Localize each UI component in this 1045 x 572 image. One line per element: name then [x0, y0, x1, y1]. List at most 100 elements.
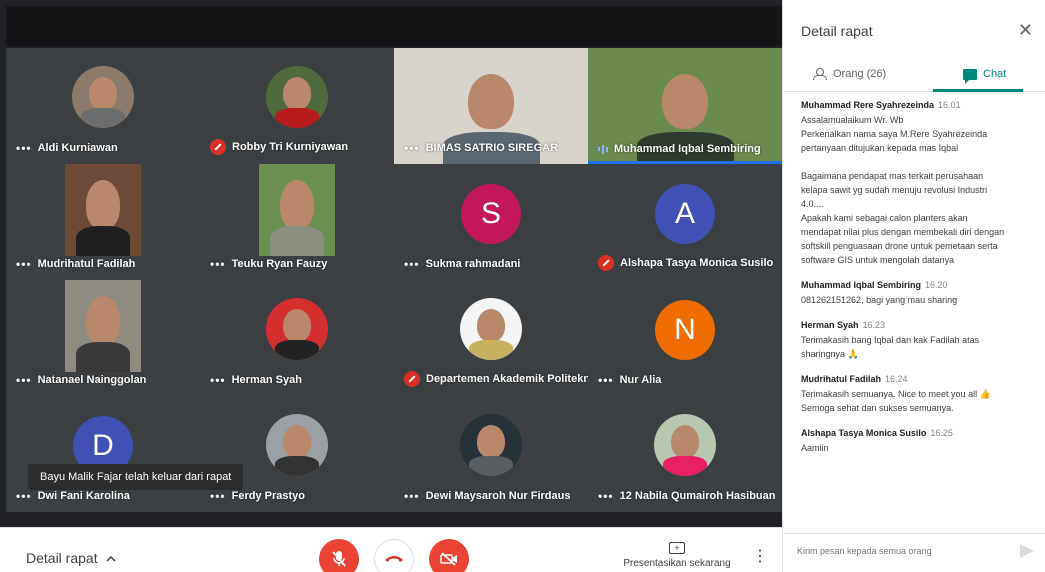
panel-tabs: Orang (26) Chat — [783, 56, 1045, 92]
participant-tile[interactable]: Robby Tri Kurniyawan — [200, 48, 394, 164]
participant-tile[interactable]: ••• 12 Nabila Qumairoh Hasibuan — [588, 396, 782, 512]
video-grid: ••• Aldi Kurniawan Robby Tri Kurniyawan •••… — [0, 0, 782, 527]
meeting-details-button[interactable]: Detail rapat — [26, 550, 116, 566]
body-shape — [76, 226, 130, 256]
chat-timestamp: 16.01 — [938, 100, 961, 110]
body-shape — [275, 455, 319, 476]
chat-line: Apakah kami sebagai calon planters akan — [801, 213, 968, 223]
chat-messages: Muhammad Rere Syahrezeinda 16.01 Assalamua… — [801, 100, 1037, 520]
chat-line-gap — [801, 155, 1037, 169]
more-options-icon[interactable]: ••• — [404, 257, 420, 271]
participant-name-row: ••• Mudrihatul Fadilah — [16, 257, 135, 271]
more-options-icon[interactable]: ••• — [210, 373, 226, 387]
participant-tile[interactable]: Muhammad Iqbal Sembiring — [588, 48, 782, 164]
participant-name-row: ••• Nur Alia — [598, 373, 661, 387]
chat-message: Muhammad Rere Syahrezeinda 16.01 Assalamua… — [801, 100, 1037, 267]
participant-video — [266, 297, 328, 360]
meet-window: ••• Aldi Kurniawan Robby Tri Kurniyawan •••… — [0, 0, 1045, 572]
more-options-icon[interactable]: ••• — [16, 489, 32, 503]
chat-line: Bagaimana pendapat mas terkait perusahaa… — [801, 171, 984, 181]
chat-compose — [783, 533, 1045, 572]
chat-timestamp: 16.20 — [925, 280, 948, 290]
participant-tile[interactable]: N ••• Nur Alia — [588, 280, 782, 396]
send-icon[interactable] — [1020, 544, 1034, 558]
close-icon[interactable]: ✕ — [1018, 20, 1033, 41]
participant-name-row: ••• Dewi Maysaroh Nur Firdaus — [404, 489, 570, 503]
chat-message: Alshapa Tasya Monica Susilo 16.25 Aamiin — [801, 428, 1037, 455]
participant-tile[interactable]: ••• BIMAS SATRIO SIREGAR — [394, 48, 588, 164]
participant-name: Dewi Maysaroh Nur Firdaus — [425, 490, 571, 502]
participant-name: Nur Alia — [619, 374, 662, 386]
mic-toggle-button[interactable] — [319, 539, 359, 572]
meeting-details-panel: Detail rapat ✕ Orang (26) Chat Muhammad … — [782, 0, 1045, 572]
active-tab-indicator — [933, 89, 1023, 92]
participant-tile[interactable]: S ••• Sukma rahmadani — [394, 164, 588, 280]
participant-name-row: Muhammad Iqbal Sembiring — [598, 143, 761, 155]
face-shape — [467, 73, 515, 130]
face-shape — [670, 424, 700, 459]
more-options-icon[interactable]: ••• — [404, 141, 420, 155]
chat-line: pertanyaan ditujukan kepada mas Iqbal — [801, 143, 959, 153]
participant-name: 12 Nabila Qumairoh Hasibuan — [619, 490, 776, 502]
face-shape — [282, 76, 312, 111]
body-shape — [76, 342, 130, 372]
face-shape — [85, 180, 121, 230]
participant-name-row: ••• Teuku Ryan Fauzy — [210, 257, 327, 271]
participant-tile[interactable]: ••• Herman Syah — [200, 280, 394, 396]
participant-tile[interactable]: ••• Mudrihatul Fadilah — [6, 164, 200, 280]
chevron-up-icon — [106, 555, 116, 562]
participant-tile[interactable]: ••• Aldi Kurniawan — [6, 48, 200, 164]
participant-name-row: ••• Ferdy Prastyo — [210, 489, 305, 503]
participant-tile[interactable]: ••• Natanael Nainggolan — [6, 280, 200, 396]
chat-message: Herman Syah 16.23 Terimakasih bang Iqbal d… — [801, 320, 1037, 361]
participant-name: Teuku Ryan Fauzy — [231, 258, 328, 270]
mic-muted-icon — [598, 255, 614, 271]
chat-icon — [963, 68, 977, 84]
participant-video — [266, 65, 328, 128]
participant-name: Natanael Nainggolan — [37, 374, 147, 386]
participant-tile[interactable]: Departemen Akademik Politekni... — [394, 280, 588, 396]
panel-title: Detail rapat — [801, 23, 873, 39]
more-options-icon[interactable]: ••• — [598, 373, 614, 387]
participant-tile[interactable]: ••• Teuku Ryan Fauzy — [200, 164, 394, 280]
participant-name-row: Robby Tri Kurniyawan — [210, 139, 348, 155]
more-options-icon[interactable]: ••• — [404, 489, 420, 503]
participant-tile[interactable]: ••• Ferdy Prastyo — [200, 396, 394, 512]
camera-toggle-button[interactable] — [429, 539, 469, 572]
more-options-icon[interactable]: ••• — [210, 257, 226, 271]
participant-name-row: Alshapa Tasya Monica Susilo — [598, 255, 773, 271]
chat-line: kelapa sawit yg sudah menuju revolusi In… — [801, 185, 988, 195]
tab-people[interactable]: Orang (26) — [813, 56, 886, 92]
participant-name-row: ••• BIMAS SATRIO SIREGAR — [404, 141, 558, 155]
participant-tile[interactable]: ••• Dewi Maysaroh Nur Firdaus — [394, 396, 588, 512]
face-shape — [661, 73, 709, 130]
hang-up-button[interactable] — [374, 539, 414, 572]
more-options-icon[interactable]: ••• — [598, 489, 614, 503]
more-options-icon[interactable]: ••• — [16, 257, 32, 271]
participant-name: Dwi Fani Karolina — [37, 490, 130, 502]
face-shape — [282, 308, 312, 343]
participant-name: Sukma rahmadani — [425, 258, 521, 270]
chat-line: software GIS untuk mengolah datanya — [801, 255, 955, 265]
chat-sender: Mudrihatul Fadilah — [801, 374, 881, 384]
chat-message: Muhammad Iqbal Sembiring 16.20 08126215126… — [801, 280, 1037, 307]
chat-timestamp: 16.24 — [885, 374, 908, 384]
chat-line: sharingnya 🙏 — [801, 349, 859, 359]
chat-input[interactable] — [797, 546, 1007, 556]
chat-sender: Muhammad Rere Syahrezeinda — [801, 100, 935, 110]
chat-sender: Alshapa Tasya Monica Susilo — [801, 428, 927, 438]
more-options-icon[interactable]: ••• — [210, 489, 226, 503]
face-shape — [476, 424, 506, 459]
chat-sender: Muhammad Iqbal Sembiring — [801, 280, 922, 290]
people-icon — [813, 68, 827, 80]
participant-name: Robby Tri Kurniyawan — [232, 141, 349, 153]
more-options-icon[interactable]: ••• — [16, 373, 32, 387]
participant-tile[interactable]: D ••• Dwi Fani Karolina — [6, 396, 200, 512]
tab-chat[interactable]: Chat — [963, 56, 1006, 92]
more-vert-icon[interactable]: ⋮ — [752, 549, 768, 565]
participant-video — [259, 164, 335, 256]
present-now-button[interactable]: + Presentasikan sekarang — [622, 542, 732, 569]
participant-tile[interactable]: A Alshapa Tasya Monica Susilo — [588, 164, 782, 280]
more-options-icon[interactable]: ••• — [16, 141, 32, 155]
chat-line: Terimakasih bang Iqbal dan kak Fadilah a… — [801, 335, 980, 345]
